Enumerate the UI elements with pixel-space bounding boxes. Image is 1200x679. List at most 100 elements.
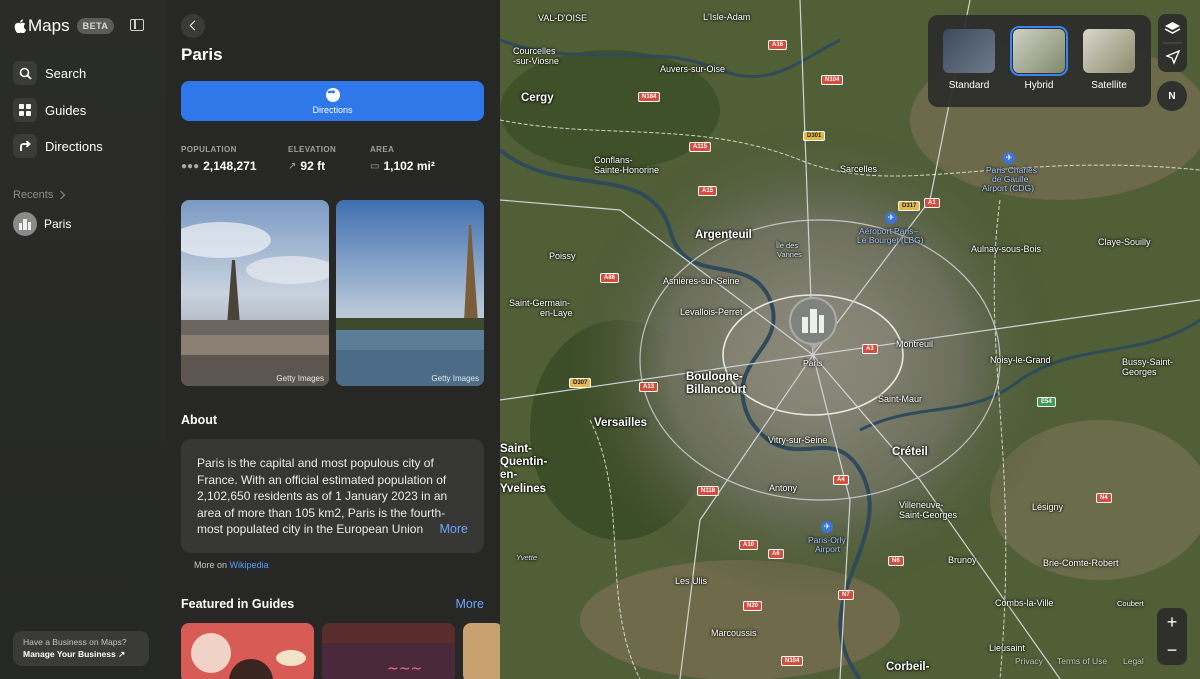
location-arrow-icon[interactable] (1165, 49, 1181, 65)
recent-item-label: Paris (44, 217, 72, 231)
airport-icon[interactable]: ✈ (885, 212, 897, 224)
business-promo[interactable]: Have a Business on Maps? Manage Your Bus… (13, 631, 149, 666)
sidebar-item-directions[interactable]: Directions (13, 133, 153, 159)
map-label-city: Yvelines (500, 483, 547, 495)
airport-label: Airport (CDG) (982, 183, 1034, 193)
slope-arrow-icon: ↗ (288, 160, 297, 172)
map-type-hybrid[interactable]: Hybrid (1010, 26, 1068, 91)
zoom-out-button[interactable]: − (1157, 636, 1187, 664)
terms-link[interactable]: Terms of Use (1057, 656, 1107, 666)
place-photo[interactable]: Getty Images (336, 200, 484, 386)
svg-text:~~~: ~~~ (387, 661, 422, 677)
map-label-city: Sainte-Honorine (594, 165, 660, 175)
sidebar: Maps BETA Search Guides Directions Recen… (0, 0, 165, 679)
guide-card[interactable] (181, 623, 314, 679)
stat-area: AREA ▭ 1,102 mi² (370, 145, 435, 173)
compass-button[interactable]: N (1157, 81, 1187, 111)
back-button[interactable] (181, 14, 205, 38)
airport-label: Airport (815, 544, 841, 554)
map-label-city: -sur-Viosne (513, 56, 559, 66)
guides-heading: Featured in Guides (181, 597, 295, 611)
directions-button[interactable]: Directions (181, 81, 484, 121)
layers-icon[interactable] (1164, 22, 1181, 34)
people-icon: ●●● (181, 160, 200, 172)
map-label-city: Bussy-Saint- (1122, 357, 1174, 367)
app-name: Maps (28, 16, 70, 35)
map-label-city: Saint-Germain- (509, 298, 571, 308)
privacy-link[interactable]: Privacy (1015, 656, 1043, 666)
road-shield: A86 (600, 273, 620, 283)
place-title: Paris (181, 45, 223, 64)
eiffel-tower-river-image (336, 200, 484, 386)
recents-header[interactable]: Recents (13, 189, 66, 201)
photo-credit: Getty Images (276, 374, 324, 383)
map-label-city: Brunoy (948, 555, 977, 565)
about-text: Paris is the capital and most populous c… (197, 456, 448, 536)
map-label-city: Poissy (549, 251, 576, 261)
sidebar-item-search[interactable]: Search (13, 60, 153, 86)
map-canvas[interactable]: VAL-D'OISE L'Isle-Adam Courcelles -sur-V… (500, 0, 1200, 679)
zoom-controls: + − (1157, 608, 1187, 665)
map-label-city: en-Laye (540, 308, 573, 318)
map-label-river: Yvette (516, 553, 537, 562)
airport-icon[interactable]: ✈ (1003, 152, 1015, 164)
map-label-city: Saint- (500, 443, 532, 455)
map-label-city: Levallois-Perret (680, 307, 743, 317)
guide-illustration-image (191, 633, 306, 679)
sidebar-item-guides[interactable]: Guides (13, 97, 153, 123)
sidebar-item-label: Guides (45, 102, 87, 118)
road-shield: A1 (924, 198, 940, 208)
map-label-island: Vannes (777, 250, 802, 259)
zoom-in-button[interactable]: + (1157, 608, 1187, 636)
road-shield: N7 (838, 590, 854, 600)
sidebar-item-label: Directions (45, 138, 103, 154)
road-shield: N20 (743, 601, 763, 611)
legal-link[interactable]: Legal (1123, 656, 1144, 666)
road-shield: N6 (888, 556, 904, 566)
map-label-city: Courcelles (513, 46, 556, 56)
map-label-city: Lieusaint (989, 643, 1026, 653)
map-label-city: Montreuil (896, 339, 934, 349)
pin-label: Paris (803, 358, 823, 368)
stat-population: POPULATION ●●● 2,148,271 (181, 145, 257, 173)
guides-more-link[interactable]: More (456, 597, 484, 611)
recents-label: Recents (13, 189, 54, 201)
guide-card[interactable]: ~~~ (322, 623, 455, 679)
about-more-link[interactable]: More (431, 520, 468, 537)
city-pin-paris[interactable] (789, 297, 837, 350)
stat-label: POPULATION (181, 145, 237, 154)
road-shield: D301 (803, 131, 826, 141)
eiffel-tower-skyline-image (181, 200, 329, 386)
stat-value: 1,102 mi² (383, 159, 435, 173)
guide-card[interactable] (463, 623, 500, 679)
map-label-region: VAL-D'OISE (538, 13, 588, 23)
map-label-city: Quentin- (500, 456, 548, 468)
square-outline-icon: ▭ (370, 160, 380, 172)
manage-business-link[interactable]: Manage Your Business ↗ (23, 649, 139, 660)
map-label-city: Marcoussis (711, 628, 757, 638)
app-brand[interactable]: Maps BETA (14, 16, 115, 36)
wikipedia-link[interactable]: Wikipedia (230, 560, 269, 570)
directions-button-label: Directions (312, 104, 353, 115)
road-shield: N4 (1096, 493, 1112, 503)
turn-arrow-icon (13, 134, 37, 158)
map-label-city: Brie-Comte-Robert (1043, 558, 1119, 568)
map-type-standard[interactable]: Standard (941, 29, 997, 91)
stat-value: 2,148,271 (203, 159, 257, 173)
map-type-satellite[interactable]: Satellite (1081, 29, 1137, 91)
airport-icon[interactable]: ✈ (821, 521, 833, 533)
road-shield: N184 (638, 92, 661, 102)
map-label-city: Georges (1122, 367, 1157, 377)
map-label-city: Asnières-sur-Seine (663, 276, 740, 286)
recent-item-paris[interactable]: Paris (13, 212, 71, 236)
hybrid-map-thumbnail (1010, 26, 1068, 76)
sidebar-toggle-icon[interactable] (130, 19, 144, 31)
map-label-city: Corbeil- (886, 661, 930, 673)
map-label-city: Claye-Souilly (1098, 237, 1151, 247)
grid-icon (13, 98, 37, 122)
apple-logo-icon (14, 19, 26, 33)
place-photo[interactable]: Getty Images (181, 200, 329, 386)
road-shield: A6 (768, 549, 784, 559)
map-label-city: Lésigny (1032, 502, 1064, 512)
road-shield: D317 (898, 201, 921, 211)
